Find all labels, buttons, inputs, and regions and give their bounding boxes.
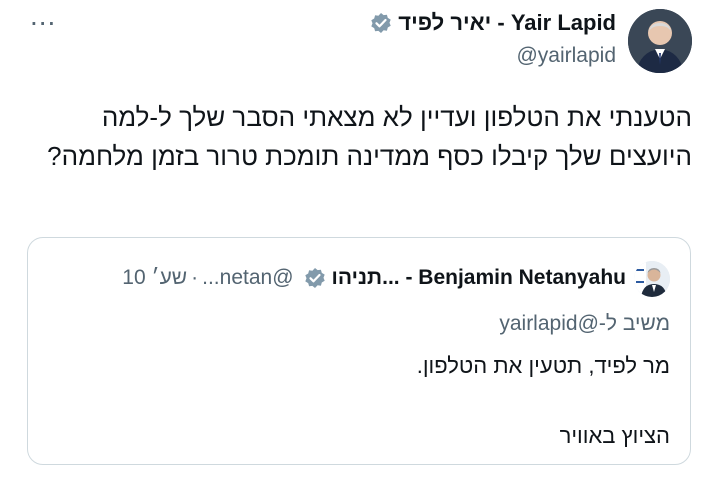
replying-to-line: משיב ל-@yairlapid (499, 312, 670, 336)
author-display-name[interactable]: Yair Lapid - יאיר לפיד (398, 10, 616, 36)
verified-badge-icon (370, 12, 392, 34)
quoted-timestamp[interactable]: שע׳ 10 (122, 266, 187, 290)
tweet-text: הטענתי את הטלפון ועדיין לא מצאתי הסבר של… (47, 102, 692, 171)
quoted-author-display-name[interactable]: Benjamin Netanyahu - ...תניהו (332, 266, 626, 290)
verified-badge-icon (304, 267, 326, 289)
quoted-header[interactable]: Benjamin Netanyahu - ...תניהו @netan... … (122, 266, 626, 290)
author-name-row[interactable]: Yair Lapid - יאיר לפיד (370, 10, 616, 36)
replying-to-label: משיב ל- (598, 312, 670, 335)
replying-to-handle[interactable]: @yairlapid (499, 312, 599, 335)
author-avatar[interactable] (628, 9, 692, 73)
quoted-author-avatar[interactable] (634, 261, 670, 297)
quoted-tweet-text: מר לפיד, תטעין את הטלפון. הציוץ באוויר (416, 353, 670, 448)
quoted-tweet-card[interactable]: Benjamin Netanyahu - ...תניהו @netan... … (27, 237, 691, 465)
author-handle[interactable]: @yairlapid (516, 44, 616, 68)
quoted-author-handle[interactable]: @netan... (202, 266, 293, 290)
more-options-icon[interactable]: ... (30, 2, 56, 30)
meta-separator: · (191, 266, 199, 289)
